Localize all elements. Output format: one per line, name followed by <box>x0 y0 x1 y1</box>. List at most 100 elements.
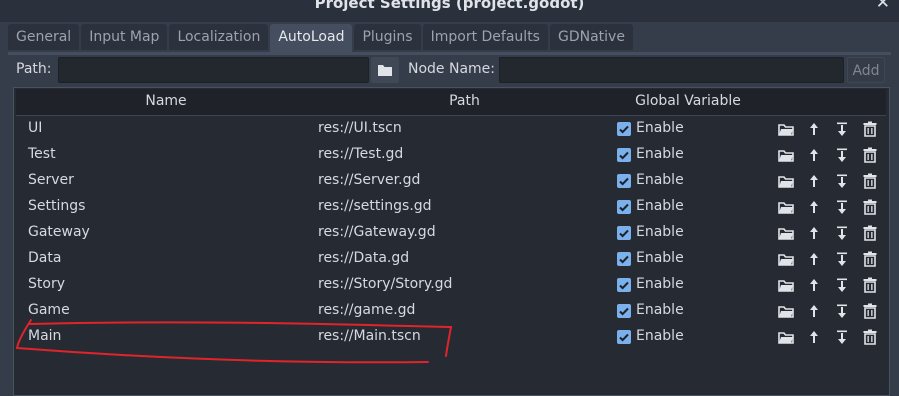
move-up-icon[interactable] <box>806 121 822 137</box>
folder-icon[interactable] <box>778 303 794 319</box>
trash-icon[interactable] <box>862 173 878 189</box>
move-up-icon[interactable] <box>806 277 822 293</box>
browse-folder-button[interactable] <box>371 57 399 83</box>
trash-icon[interactable] <box>862 303 878 319</box>
tab-general[interactable]: General <box>8 24 80 50</box>
enable-checkbox[interactable] <box>617 122 631 136</box>
column-header-global-variable[interactable]: Global Variable <box>613 93 763 109</box>
autoload-toolbar: Path: Node Name: Add <box>8 55 891 85</box>
enable-label[interactable]: Enable <box>636 146 684 162</box>
tab-import-defaults[interactable]: Import Defaults <box>422 24 548 50</box>
node-name-input[interactable] <box>499 57 844 83</box>
move-up-icon[interactable] <box>806 173 822 189</box>
autoload-path: res://game.gd <box>318 302 416 318</box>
move-down-icon[interactable] <box>834 303 850 319</box>
move-up-icon[interactable] <box>806 251 822 267</box>
tab-gdnative[interactable]: GDNative <box>549 24 633 50</box>
enable-checkbox[interactable] <box>617 278 631 292</box>
table-row[interactable]: UI res://UI.tscn Enable <box>14 116 889 142</box>
autoload-name[interactable]: Settings <box>28 198 85 214</box>
autoload-name[interactable]: Server <box>28 172 74 188</box>
folder-icon[interactable] <box>778 329 794 345</box>
move-down-icon[interactable] <box>834 173 850 189</box>
tab-input-map[interactable]: Input Map <box>81 24 168 50</box>
table-row[interactable]: Game res://game.gd Enable <box>14 298 889 324</box>
table-row[interactable]: Story res://Story/Story.gd Enable <box>14 272 889 298</box>
move-down-icon[interactable] <box>834 251 850 267</box>
autoload-path: res://Data.gd <box>318 250 410 266</box>
tab-localization[interactable]: Localization <box>169 24 269 50</box>
folder-icon[interactable] <box>778 225 794 241</box>
folder-icon[interactable] <box>778 199 794 215</box>
folder-icon[interactable] <box>778 251 794 267</box>
add-button[interactable]: Add <box>847 57 885 83</box>
table-row[interactable]: Server res://Server.gd Enable <box>14 168 889 194</box>
trash-icon[interactable] <box>862 251 878 267</box>
enable-label[interactable]: Enable <box>636 250 684 266</box>
autoload-path: res://Gateway.gd <box>318 224 436 240</box>
autoload-name[interactable]: Gateway <box>28 224 90 240</box>
enable-checkbox[interactable] <box>617 252 631 266</box>
autoload-path: res://settings.gd <box>318 198 432 214</box>
autoload-name[interactable]: Main <box>28 328 61 344</box>
move-up-icon[interactable] <box>806 329 822 345</box>
autoload-path: res://Server.gd <box>318 172 421 188</box>
trash-icon[interactable] <box>862 199 878 215</box>
enable-label[interactable]: Enable <box>636 328 684 344</box>
enable-label[interactable]: Enable <box>636 172 684 188</box>
table-row[interactable]: Data res://Data.gd Enable <box>14 246 889 272</box>
move-up-icon[interactable] <box>806 199 822 215</box>
autoload-name[interactable]: Data <box>28 250 61 266</box>
enable-checkbox[interactable] <box>617 330 631 344</box>
path-input[interactable] <box>58 57 369 83</box>
move-down-icon[interactable] <box>834 329 850 345</box>
folder-icon[interactable] <box>778 277 794 293</box>
table-row[interactable]: Test res://Test.gd Enable <box>14 142 889 168</box>
table-row[interactable]: Main res://Main.tscn Enable <box>14 324 889 350</box>
tab-plugins[interactable]: Plugins <box>354 24 421 50</box>
table-row[interactable]: Gateway res://Gateway.gd Enable <box>14 220 889 246</box>
trash-icon[interactable] <box>862 121 878 137</box>
trash-icon[interactable] <box>862 225 878 241</box>
trash-icon[interactable] <box>862 147 878 163</box>
autoload-path: res://Main.tscn <box>318 328 421 344</box>
tab-autoload[interactable]: AutoLoad <box>270 24 353 52</box>
move-down-icon[interactable] <box>834 147 850 163</box>
trash-icon[interactable] <box>862 277 878 293</box>
enable-label[interactable]: Enable <box>636 276 684 292</box>
move-down-icon[interactable] <box>834 121 850 137</box>
path-label: Path: <box>16 61 52 77</box>
folder-icon[interactable] <box>778 121 794 137</box>
folder-icon[interactable] <box>778 173 794 189</box>
move-up-icon[interactable] <box>806 147 822 163</box>
autoload-name[interactable]: Game <box>28 302 70 318</box>
move-down-icon[interactable] <box>834 225 850 241</box>
autoload-name[interactable]: Story <box>28 276 65 292</box>
enable-checkbox[interactable] <box>617 200 631 214</box>
enable-checkbox[interactable] <box>617 148 631 162</box>
close-icon[interactable]: ✕ <box>876 0 890 13</box>
move-up-icon[interactable] <box>806 303 822 319</box>
trash-icon[interactable] <box>862 329 878 345</box>
move-down-icon[interactable] <box>834 199 850 215</box>
enable-checkbox[interactable] <box>617 304 631 318</box>
node-name-label: Node Name: <box>408 61 496 77</box>
enable-label[interactable]: Enable <box>636 302 684 318</box>
autoload-path: res://UI.tscn <box>318 120 402 136</box>
column-header-name[interactable]: Name <box>16 93 316 109</box>
table-row[interactable]: Settings res://settings.gd Enable <box>14 194 889 220</box>
enable-label[interactable]: Enable <box>636 198 684 214</box>
enable-checkbox[interactable] <box>617 174 631 188</box>
autoload-path: res://Test.gd <box>318 146 404 162</box>
folder-icon[interactable] <box>778 147 794 163</box>
move-up-icon[interactable] <box>806 225 822 241</box>
window-title: Project Settings (project.godot) <box>314 0 585 12</box>
enable-label[interactable]: Enable <box>636 224 684 240</box>
enable-label[interactable]: Enable <box>636 120 684 136</box>
enable-checkbox[interactable] <box>617 226 631 240</box>
move-down-icon[interactable] <box>834 277 850 293</box>
autoload-name[interactable]: Test <box>28 146 56 162</box>
column-header-path[interactable]: Path <box>316 93 613 109</box>
tab-bar: General Input Map Localization AutoLoad … <box>8 24 635 52</box>
autoload-name[interactable]: UI <box>28 120 42 136</box>
